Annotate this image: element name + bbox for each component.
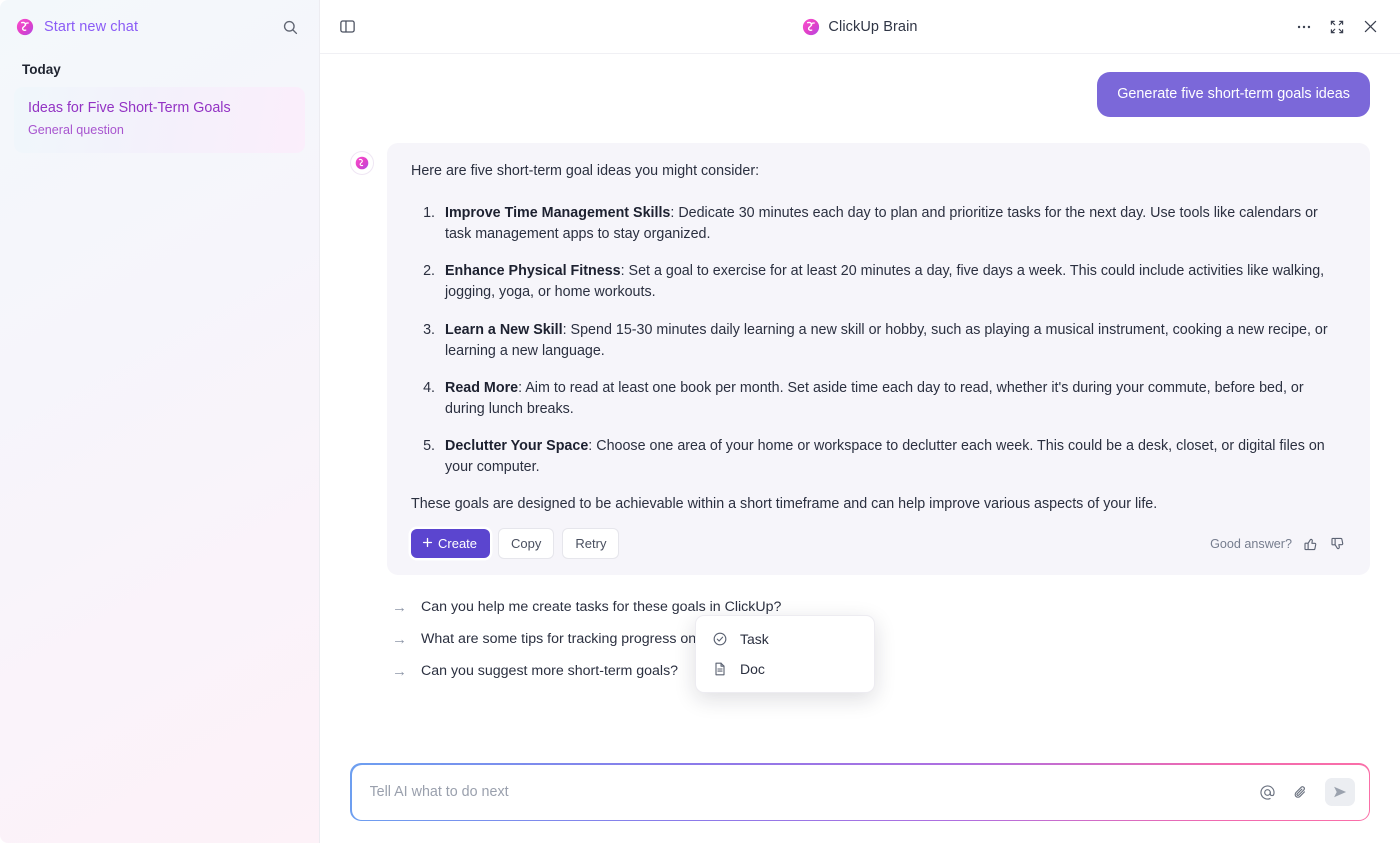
- sidebar-header: Start new chat: [0, 0, 319, 54]
- clickup-brain-avatar-icon: [350, 150, 374, 175]
- create-dropdown-menu: Task Doc: [695, 615, 875, 693]
- feedback-group: Good answer?: [1210, 536, 1346, 552]
- composer-inner: [351, 764, 1369, 820]
- suggested-prompt-label: Can you help me create tasks for these g…: [421, 599, 782, 616]
- ai-message-row: Here are five short-term goal ideas you …: [350, 142, 1370, 576]
- sidebar-section-title: Today: [22, 62, 61, 77]
- goal-title: Enhance Physical Fitness: [445, 263, 621, 280]
- thumbs-up-icon[interactable]: [1303, 536, 1319, 552]
- list-item: Learn a New Skill: Spend 15-30 minutes d…: [439, 320, 1346, 362]
- suggested-prompt-label: Can you suggest more short-term goals?: [421, 663, 679, 680]
- composer-area: [320, 763, 1400, 843]
- chat-sidebar: Start new chat Today Ideas for Five Shor…: [0, 0, 320, 843]
- goal-title: Learn a New Skill: [445, 321, 563, 338]
- copy-button[interactable]: Copy: [498, 528, 555, 560]
- arrow-right-icon: →: [392, 630, 407, 648]
- chat-input[interactable]: [369, 784, 1257, 800]
- create-button[interactable]: Create: [411, 529, 491, 559]
- goal-title: Read More: [445, 379, 519, 396]
- menu-item-label: Task: [740, 631, 769, 647]
- plus-icon: [422, 536, 433, 551]
- menu-item-doc[interactable]: Doc: [696, 654, 874, 684]
- check-circle-icon: [712, 631, 728, 647]
- clickup-brain-logo-icon: [16, 18, 34, 36]
- at-mention-icon[interactable]: [1257, 781, 1279, 803]
- ai-message-bubble: Here are five short-term goal ideas you …: [387, 142, 1370, 576]
- goals-list: Improve Time Management Skills: Dedicate…: [411, 203, 1346, 477]
- composer-gradient-border: [350, 763, 1370, 821]
- ai-outro-text: These goals are designed to be achievabl…: [411, 495, 1158, 512]
- thumbs-down-icon[interactable]: [1330, 536, 1346, 552]
- list-item: Read More: Aim to read at least one book…: [439, 378, 1346, 420]
- main-header: ClickUp Brain: [320, 0, 1400, 54]
- menu-item-task[interactable]: Task: [696, 624, 874, 654]
- goal-title: Declutter Your Space: [445, 437, 589, 454]
- goal-body: : Spend 15-30 minutes daily learning a n…: [445, 321, 1328, 359]
- clickup-brain-window: Start new chat Today Ideas for Five Shor…: [0, 0, 1400, 843]
- expand-icon[interactable]: [1327, 17, 1347, 37]
- sidebar-chat-subtitle: General question: [28, 123, 124, 138]
- chat-main-panel: ClickUp Brain Generate five short-term g…: [320, 0, 1400, 843]
- list-item: Improve Time Management Skills: Dedicate…: [439, 203, 1346, 245]
- arrow-right-icon: →: [392, 662, 407, 680]
- retry-button[interactable]: Retry: [562, 528, 620, 560]
- goal-title: Improve Time Management Skills: [445, 205, 671, 222]
- sidebar-chat-item[interactable]: Ideas for Five Short-Term Goals General …: [14, 87, 305, 153]
- create-button-label: Create: [438, 536, 478, 552]
- user-message-bubble: Generate five short-term goals ideas: [1097, 72, 1370, 117]
- sidebar-panel-toggle-icon[interactable]: [334, 14, 360, 40]
- header-window-controls: [1294, 17, 1380, 37]
- user-message-row: Generate five short-term goals ideas: [350, 72, 1370, 117]
- ai-intro-text: Here are five short-term goal ideas you …: [411, 162, 760, 179]
- ellipsis-icon[interactable]: [1294, 17, 1314, 37]
- search-icon[interactable]: [279, 16, 301, 38]
- menu-item-label: Doc: [740, 661, 765, 677]
- arrow-right-icon: →: [392, 598, 407, 616]
- page-title: ClickUp Brain: [828, 18, 918, 35]
- ai-message-actions: Create Copy Retry Good answer?: [411, 528, 1346, 560]
- document-icon: [712, 661, 728, 677]
- header-title-group: ClickUp Brain: [320, 18, 1400, 36]
- close-icon[interactable]: [1360, 17, 1380, 37]
- conversation-area: Generate five short-term goals ideas Her…: [320, 54, 1400, 763]
- start-new-chat-label[interactable]: Start new chat: [44, 19, 269, 35]
- composer-tools: [1257, 778, 1355, 806]
- list-item: Declutter Your Space: Choose one area of…: [439, 436, 1346, 478]
- feedback-label: Good answer?: [1210, 536, 1292, 551]
- clickup-brain-logo-icon: [802, 18, 820, 36]
- list-item: Enhance Physical Fitness: Set a goal to …: [439, 261, 1346, 303]
- sidebar-chat-title: Ideas for Five Short-Term Goals: [28, 100, 231, 116]
- paperclip-icon[interactable]: [1290, 781, 1312, 803]
- send-button[interactable]: [1324, 778, 1355, 806]
- goal-body: : Aim to read at least one book per mont…: [445, 379, 1304, 417]
